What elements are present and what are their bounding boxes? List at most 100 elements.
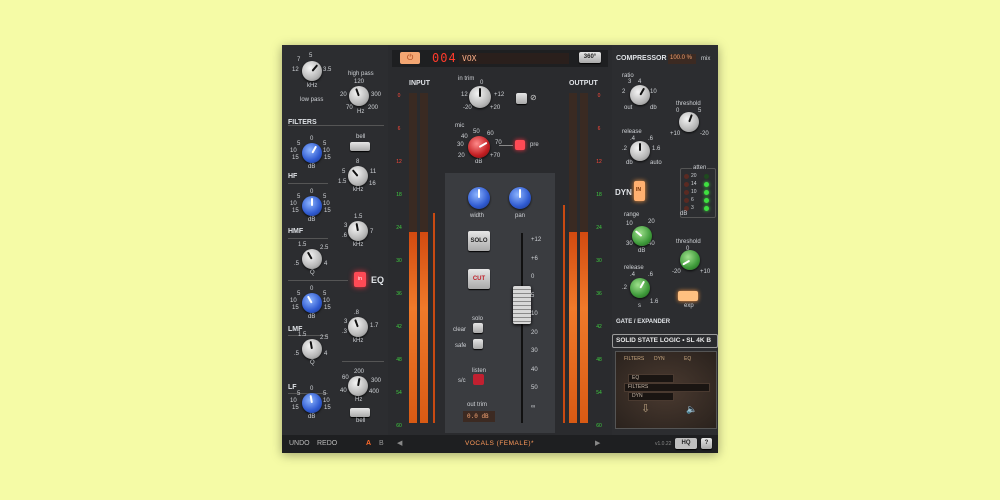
channel-name-field[interactable]: VOX: [459, 53, 569, 64]
out-trim-label: out trim: [467, 402, 488, 408]
hp-scale-120: 120: [354, 79, 365, 85]
low-pass-label: low pass: [300, 97, 324, 103]
hmf-gain-knob[interactable]: [302, 196, 322, 216]
ab-a-button[interactable]: A: [366, 440, 371, 447]
mix-display[interactable]: 100.0 %: [668, 54, 696, 64]
preset-prev-icon[interactable]: ◀: [397, 439, 402, 447]
routing-tab-filters[interactable]: FILTERS: [624, 356, 644, 363]
redo-button[interactable]: REDO: [317, 440, 337, 447]
preset-name[interactable]: VOCALS (FEMALE)*: [465, 440, 534, 447]
help-button[interactable]: ?: [701, 438, 712, 449]
preset-next-icon[interactable]: ▶: [595, 439, 600, 447]
lf-gain-scale-15a: 15: [292, 405, 299, 411]
hf-freq-unit: kHz: [353, 187, 364, 193]
atten-label: atten: [692, 165, 708, 172]
hf-gain-knob[interactable]: [302, 143, 322, 163]
lf-freq-knob[interactable]: [348, 376, 368, 396]
lmf-gain-scale-5b: 5: [323, 291, 327, 297]
hmf-q-knob[interactable]: [302, 249, 322, 269]
lmf-q-knob[interactable]: [302, 339, 322, 359]
hf-freq-scale-16: 16: [369, 181, 376, 187]
low-pass-knob[interactable]: [302, 61, 322, 81]
power-button[interactable]: ⏻: [400, 52, 420, 64]
gate-release-knob[interactable]: [630, 278, 650, 298]
mix-label: mix: [701, 56, 711, 62]
routing-tab-eq[interactable]: EQ: [684, 356, 691, 363]
lmf-gain-knob[interactable]: [302, 293, 322, 313]
hmf-q-scale-2-5: 2.5: [320, 245, 329, 251]
width-knob[interactable]: [468, 187, 490, 209]
lp-scale-5: 5: [309, 53, 313, 59]
ab-b-button[interactable]: B: [379, 440, 384, 447]
gate-range-knob[interactable]: [632, 226, 652, 246]
routing-tab-dyn[interactable]: DYN: [654, 356, 665, 363]
lf-freq-scale-300: 300: [371, 378, 382, 384]
input-label: INPUT: [409, 80, 430, 87]
gate-release-label: release: [624, 265, 644, 271]
lf-gain-knob[interactable]: [302, 393, 322, 413]
routing-item-label: FILTERS: [628, 384, 649, 390]
mic-pre-connector: [499, 145, 513, 146]
in-trim-knob[interactable]: [469, 86, 491, 108]
hf-freq-knob[interactable]: [348, 166, 368, 186]
lf-bell-label: bell: [356, 418, 366, 424]
gate-threshold-knob[interactable]: [680, 250, 700, 270]
pre-button[interactable]: [515, 140, 525, 150]
range-scale-20: 20: [648, 219, 655, 225]
lmf-freq-knob[interactable]: [348, 317, 368, 337]
hmf-freq-scale-1-5: 1.5: [354, 214, 363, 220]
comp-threshold-knob[interactable]: [679, 112, 699, 132]
routing-item-dyn[interactable]: DYN: [628, 392, 674, 401]
output-scale-tick-24: 24: [596, 225, 602, 231]
high-pass-knob[interactable]: [349, 86, 369, 106]
hmf-divider: [288, 238, 328, 239]
brand-plate: SOLID STATE LOGIC • SL 4K B: [612, 334, 718, 348]
eq-in-button[interactable]: in: [354, 272, 366, 287]
undo-button[interactable]: UNDO: [289, 440, 310, 447]
comp-release-knob[interactable]: [630, 141, 650, 161]
input-meter-left: [409, 93, 417, 423]
routing-tabs: FILTERS DYN EQ: [624, 356, 712, 364]
routing-item-eq[interactable]: EQ: [628, 374, 674, 383]
mic-gain-knob[interactable]: [468, 136, 490, 158]
out-trim-display[interactable]: 0.0 dB: [463, 411, 495, 422]
lf-label: LF: [288, 384, 297, 391]
hf-bell-label: bell: [356, 134, 366, 140]
pan-label: pan: [515, 213, 526, 219]
dyn-in-label: IN: [636, 187, 641, 193]
lmf-gain-scale-5a: 5: [297, 291, 301, 297]
input-scale-tick-42: 42: [396, 324, 402, 330]
atten-row-6: 6: [684, 197, 714, 204]
solo-safe-button[interactable]: [473, 339, 483, 349]
listen-sc-button[interactable]: [473, 374, 484, 385]
routing-item-filters[interactable]: FILTERS: [624, 383, 710, 392]
hf-gain-scale-0: 0: [310, 136, 314, 142]
output-scale-tick-42: 42: [596, 324, 602, 330]
mic-label: mic: [455, 123, 465, 129]
high-pass-label: high pass: [348, 71, 374, 77]
exp-button[interactable]: [678, 291, 698, 301]
lmf-q-unit: Q: [310, 360, 315, 366]
solo-clear-button[interactable]: [473, 323, 483, 333]
atten-led-left: [684, 174, 689, 179]
view-360-button[interactable]: 360°: [579, 52, 601, 63]
atten-unit: dB: [680, 211, 688, 217]
solo-button[interactable]: SOLO: [468, 231, 490, 251]
fader-handle[interactable]: [513, 286, 531, 324]
lmf-freq-scale-03: .3: [342, 329, 348, 335]
hmf-freq-knob[interactable]: [348, 221, 368, 241]
power-icon: ⏻: [407, 53, 414, 62]
phase-button[interactable]: [516, 93, 527, 104]
lf-bell-button[interactable]: [350, 408, 370, 417]
lf-gain-scale-10a: 10: [290, 398, 297, 404]
ratio-knob[interactable]: [630, 85, 650, 105]
atten-row-10: 10: [684, 189, 714, 196]
dyn-in-button[interactable]: IN: [634, 181, 645, 201]
hp-scale-20: 20: [340, 92, 347, 98]
cut-button[interactable]: CUT: [468, 269, 490, 289]
pan-knob[interactable]: [509, 187, 531, 209]
hf-bell-button[interactable]: [350, 142, 370, 151]
hq-button[interactable]: HQ: [675, 438, 697, 449]
atten-led-left: [684, 182, 689, 187]
atten-led-right: [704, 174, 709, 179]
